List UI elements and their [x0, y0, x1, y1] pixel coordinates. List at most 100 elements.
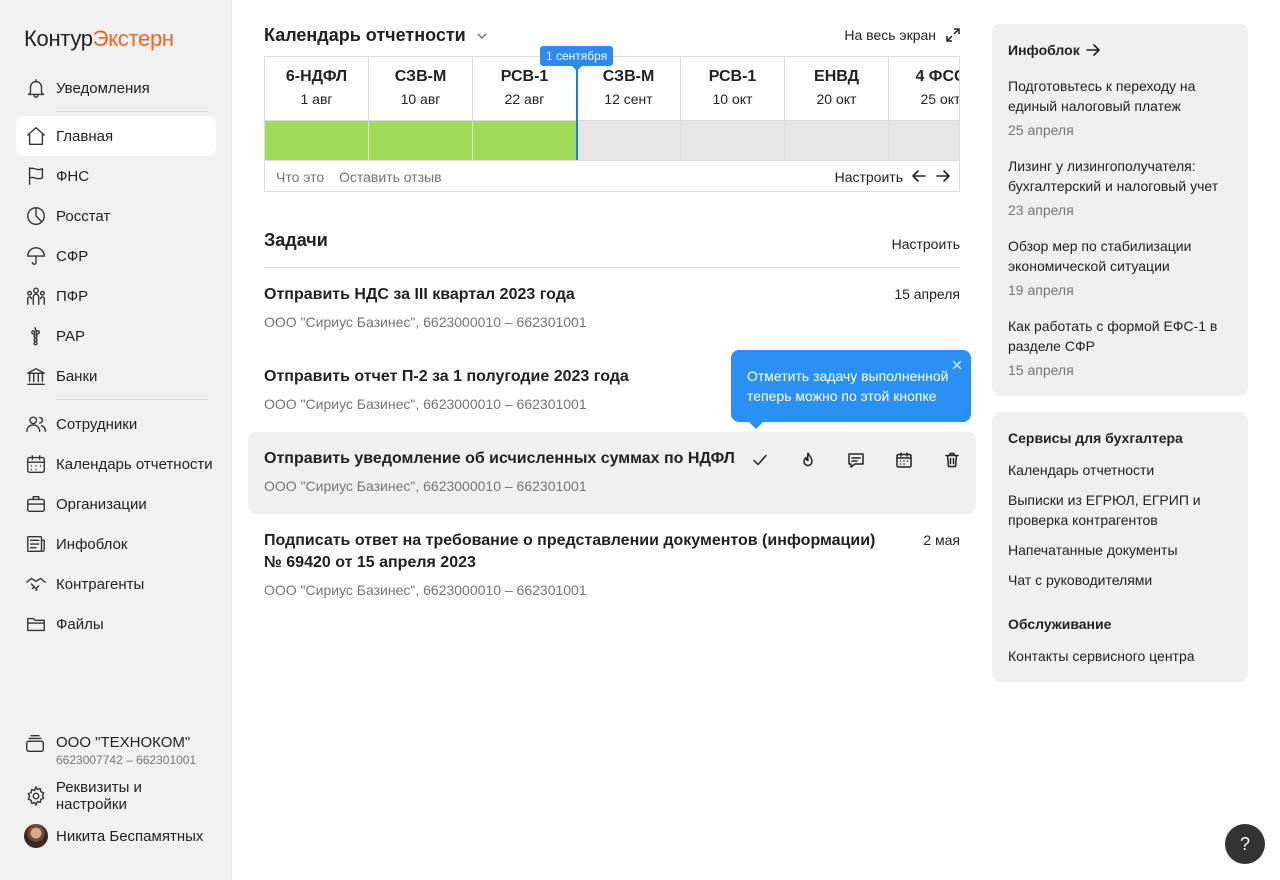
fullscreen-label: На весь экран [844, 27, 936, 43]
mark-done-button[interactable] [744, 444, 776, 476]
tasks-title: Задачи [264, 230, 328, 250]
calendar-footer: Что это Оставить отзыв Настроить [265, 161, 959, 191]
umbrella-icon [24, 244, 48, 268]
sidebar-item-sfr[interactable]: СФР [16, 236, 216, 276]
news-date: 19 апреля [1008, 282, 1074, 298]
fire-icon [803, 452, 813, 467]
flag-icon [24, 164, 48, 188]
service-section-title: Обслуживание [1008, 616, 1112, 632]
sidebar-divider [56, 399, 208, 400]
report-name: СЗВ-М [602, 68, 655, 85]
sidebar-item-rar[interactable]: РАР [16, 316, 216, 356]
gear-icon [24, 784, 48, 808]
arrow-left-icon[interactable] [911, 168, 929, 186]
calendar-title[interactable]: Календарь отчетности [264, 25, 488, 46]
feature-hint-tooltip: Отметить задачу выполненной теперь можно… [731, 350, 971, 429]
hint-text: Отметить задачу выполненной теперь можно… [747, 368, 949, 404]
sidebar-item-banks[interactable]: Банки [16, 356, 216, 396]
report-date: 10 окт [712, 91, 753, 107]
task-item-hovered[interactable]: Отправить уведомление об исчисленных сум… [248, 432, 976, 514]
comment-icon [848, 453, 864, 468]
feedback-link[interactable]: Оставить отзыв [339, 169, 442, 185]
task-title: Подписать ответ на требование о представ… [264, 532, 876, 549]
sidebar-item-calendar[interactable]: Календарь отчетности [16, 444, 216, 484]
calendar-column[interactable]: ЕНВД 20 окт [785, 57, 889, 161]
calendar-column[interactable]: 6-НДФЛ 1 авг [265, 57, 369, 161]
report-name: 6-НДФЛ [285, 68, 348, 85]
calendar-title-text: Календарь отчетности [264, 25, 466, 45]
sidebar-item-rosstat[interactable]: Росстат [16, 196, 216, 236]
service-link[interactable]: Выписки из ЕГРЮЛ, ЕГРИП и проверка контр… [1008, 490, 1233, 530]
report-date: 25 окт [920, 91, 960, 107]
report-name: 4 ФСС [915, 68, 959, 85]
progress-cell-done [265, 121, 368, 160]
tasks-setup-button[interactable]: Настроить [892, 236, 960, 252]
what-is-link[interactable]: Что это [276, 169, 324, 185]
today-marker [576, 65, 578, 160]
sidebar-item-files[interactable]: Файлы [16, 604, 216, 644]
sidebar-item-organizations[interactable]: Организации [16, 484, 216, 524]
sidebar-item-pfr[interactable]: ПФР [16, 276, 216, 316]
sidebar-item-infoblock[interactable]: Инфоблок [16, 524, 216, 564]
service-link[interactable]: Напечатанные документы [1008, 540, 1233, 560]
task-org: ООО "Сириус Базинес", 6623000010 – 66230… [264, 582, 587, 598]
comment-button[interactable] [840, 444, 872, 476]
news-date: 15 апреля [1008, 362, 1074, 378]
task-title: Отправить уведомление об исчисленных сум… [264, 450, 734, 467]
bell-icon [24, 76, 48, 100]
task-date: 15 апреля [894, 286, 960, 302]
user-profile[interactable]: Никита Беспамятных [16, 816, 216, 856]
close-icon[interactable] [951, 356, 963, 370]
infoblock-header[interactable]: Инфоблок [1008, 42, 1100, 58]
news-item[interactable]: Как работать с формой ЕФС-1 в разделе СФ… [1008, 316, 1233, 356]
user-name: Никита Беспамятных [56, 827, 204, 845]
calendar-setup-button[interactable]: Настроить [835, 169, 903, 185]
progress-cell-pending [681, 121, 784, 160]
progress-cell-done [369, 121, 472, 160]
report-date: 12 сент [604, 91, 653, 107]
sidebar-item-fns[interactable]: ФНС [16, 156, 216, 196]
reporting-calendar: 6-НДФЛ 1 авг СЗВ-М 10 авг РСВ-1 22 авг С… [264, 56, 960, 192]
report-date: 22 авг [504, 91, 545, 107]
sidebar-item-label: Инфоблок [56, 535, 128, 553]
calendar-column[interactable]: 4 ФСС 25 окт [889, 57, 960, 161]
calendar-column[interactable]: СЗВ-М 10 авг [369, 57, 473, 161]
infoblock-title: Инфоблок [1008, 42, 1080, 58]
progress-cell-pending [577, 121, 680, 160]
news-date: 25 апреля [1008, 122, 1074, 138]
calendar-column[interactable]: СЗВ-М 12 сент [577, 57, 681, 161]
service-link[interactable]: Календарь отчетности [1008, 460, 1233, 480]
infoblock-card: Инфоблок Подготовьтесь к переходу на еди… [992, 24, 1248, 396]
help-button[interactable]: ? [1225, 824, 1265, 864]
calendar-column[interactable]: РСВ-1 22 авг [473, 57, 577, 161]
news-item[interactable]: Обзор мер по стабилизации экономической … [1008, 236, 1233, 276]
sidebar-item-label: РАР [56, 327, 86, 345]
news-item[interactable]: Подготовьтесь к переходу на единый налог… [1008, 76, 1233, 116]
sidebar-item-notifications[interactable]: Уведомления [16, 68, 216, 108]
calendar-column[interactable]: РСВ-1 10 окт [681, 57, 785, 161]
sidebar-item-home[interactable]: Главная [16, 116, 216, 156]
service-link[interactable]: Контакты сервисного центра [1008, 646, 1233, 666]
sidebar-item-contractors[interactable]: Контрагенты [16, 564, 216, 604]
services-card: Сервисы для бухгалтера Календарь отчетно… [992, 412, 1248, 682]
fullscreen-button[interactable]: На весь экран [844, 27, 960, 43]
reschedule-button[interactable] [888, 444, 920, 476]
report-date: 20 окт [816, 91, 857, 107]
sidebar-item-label: Организации [56, 495, 147, 513]
logo[interactable]: КонтурЭкстерн [24, 26, 174, 52]
news-item[interactable]: Лизинг у лизингополучателя: бухгалтерски… [1008, 156, 1233, 196]
report-date: 1 авг [300, 91, 333, 107]
delete-button[interactable] [936, 444, 968, 476]
report-date: 10 авг [400, 91, 441, 107]
service-link[interactable]: Чат с руководителями [1008, 570, 1233, 590]
task-org: ООО "Сириус Базинес", 6623000010 – 66230… [264, 314, 587, 330]
sidebar-item-settings[interactable]: Реквизиты и настройки [16, 776, 216, 816]
arrow-right-icon[interactable] [935, 168, 953, 186]
trash-icon [945, 452, 959, 468]
mark-urgent-button[interactable] [792, 444, 824, 476]
sidebar-item-label: Сотрудники [56, 415, 138, 433]
sidebar-item-employees[interactable]: Сотрудники [16, 404, 216, 444]
chevron-down-icon [477, 32, 487, 39]
sidebar-item-label: ФНС [56, 167, 90, 185]
sidebar-item-label: Росстат [56, 207, 111, 225]
